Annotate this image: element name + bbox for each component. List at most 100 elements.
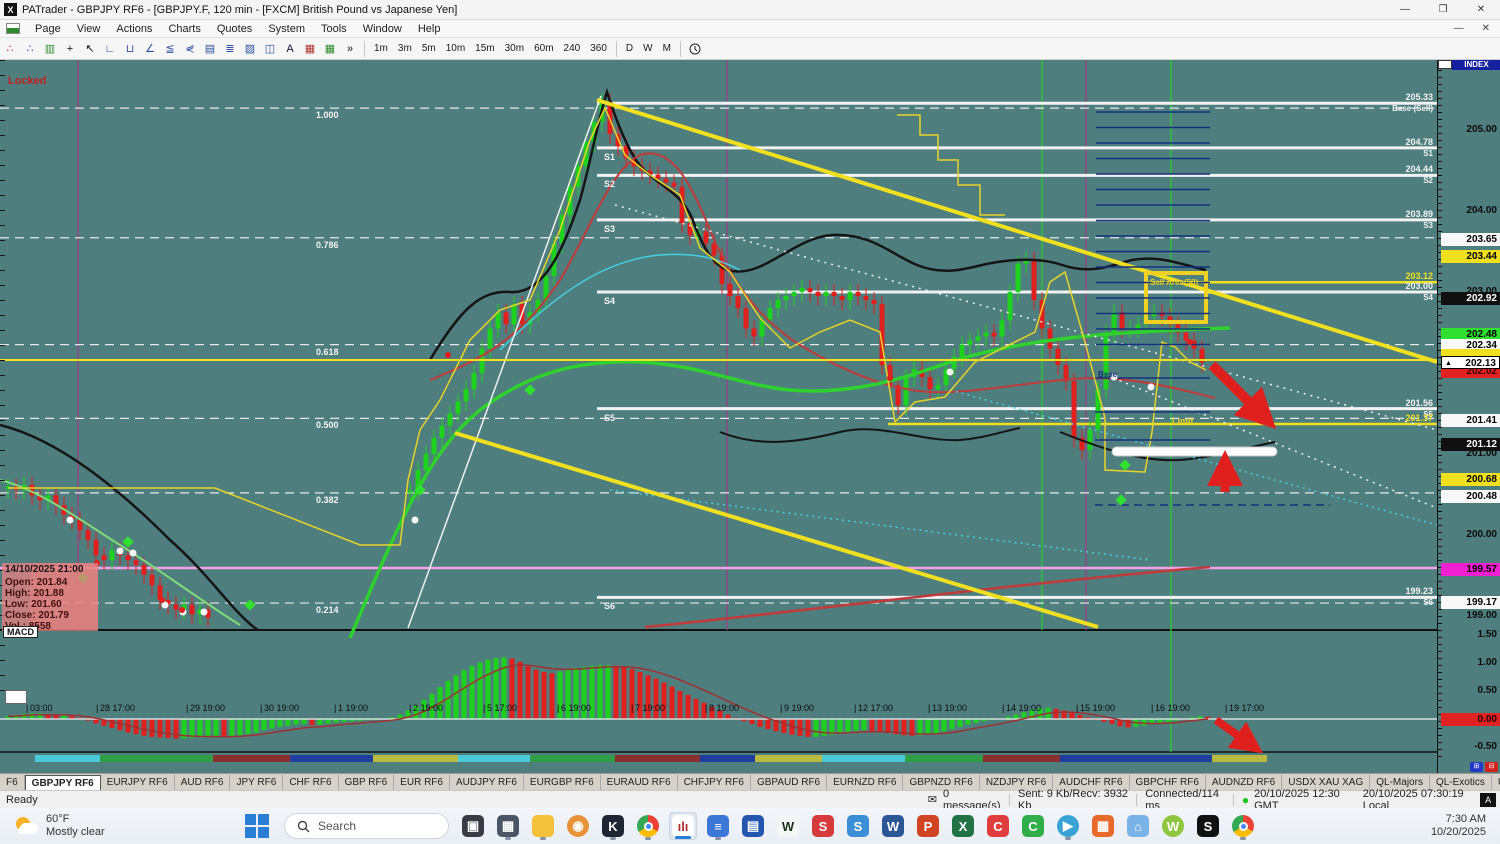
link-blue-icon[interactable]: ∴: [21, 41, 39, 57]
tab-usdx-rf[interactable]: USDX RF: [1492, 775, 1500, 790]
chrome-icon[interactable]: [634, 812, 662, 840]
close-button[interactable]: ✕: [1462, 0, 1500, 19]
timeframe-240[interactable]: 240: [560, 42, 585, 55]
session-band-segment: [373, 755, 458, 762]
menu-quotes[interactable]: Quotes: [209, 21, 260, 37]
tab-f6[interactable]: F6: [0, 775, 25, 790]
search-input[interactable]: Search: [284, 813, 449, 839]
smr-icon[interactable]: S: [1194, 812, 1222, 840]
tab-chfjpy-rf6[interactable]: CHFJPY RF6: [678, 775, 751, 790]
app-w-green-icon[interactable]: W: [1159, 812, 1187, 840]
tab-gbpaud-rf6[interactable]: GBPAUD RF6: [751, 775, 828, 790]
calculator-icon[interactable]: ▦: [494, 812, 522, 840]
link-red-icon[interactable]: ∴: [1, 41, 19, 57]
tradingview-icon[interactable]: W: [774, 812, 802, 840]
grid-icon[interactable]: ▤: [201, 41, 219, 57]
mdi-minimize-button[interactable]: —: [1454, 23, 1464, 34]
tab-eurgbp-rf6[interactable]: EURGBP RF6: [524, 775, 601, 790]
cursor-icon[interactable]: ↖: [81, 41, 99, 57]
tab-eurnzd-rf6[interactable]: EURNZD RF6: [827, 775, 904, 790]
menu-window[interactable]: Window: [355, 21, 410, 37]
skype-icon[interactable]: S: [844, 812, 872, 840]
timeframe-3m[interactable]: 3m: [394, 42, 416, 55]
notes-blue-icon[interactable]: ≡: [704, 812, 732, 840]
price-axis[interactable]: INDEX 205.00204.00203.00201.00200.00199.…: [1437, 60, 1500, 773]
menu-actions[interactable]: Actions: [108, 21, 160, 37]
timeframe-30m[interactable]: 30m: [501, 42, 528, 55]
maximize-button[interactable]: ❐: [1424, 0, 1462, 19]
channel-icon[interactable]: ⊔: [121, 41, 139, 57]
clock-icon[interactable]: [686, 41, 704, 57]
notebook-icon[interactable]: ▣: [459, 812, 487, 840]
timeframe-1m[interactable]: 1m: [370, 42, 392, 55]
app-orange-icon[interactable]: ▦: [1089, 812, 1117, 840]
axis-minus-button[interactable]: ⊟: [1485, 762, 1498, 772]
patrader-icon[interactable]: ılı: [669, 812, 697, 840]
tab-jpy-rf6[interactable]: JPY RF6: [230, 775, 284, 790]
candle: [133, 560, 139, 565]
tab-euraud-rf6[interactable]: EURAUD RF6: [601, 775, 678, 790]
tab-aud-rf6[interactable]: AUD RF6: [175, 775, 231, 790]
timeframe-60m[interactable]: 60m: [530, 42, 557, 55]
study2-icon[interactable]: ▦: [321, 41, 339, 57]
period-M[interactable]: M: [659, 42, 675, 55]
menu-tools[interactable]: Tools: [313, 21, 355, 37]
study1-icon[interactable]: ▦: [301, 41, 319, 57]
telegram-icon[interactable]: ▶: [1054, 812, 1082, 840]
scrollbar-thumb[interactable]: [5, 690, 27, 704]
tab-audjpy-rf6[interactable]: AUDJPY RF6: [450, 775, 524, 790]
fan-icon[interactable]: ⋞: [181, 41, 199, 57]
taskbar-clock[interactable]: 7:30 AM 10/20/2025: [1431, 813, 1486, 839]
chart-area[interactable]: Locked Sell Area(50) Limit Base 14/10/20…: [0, 60, 1500, 773]
timeframe-15m[interactable]: 15m: [471, 42, 498, 55]
levels-icon[interactable]: ≣: [221, 41, 239, 57]
timeframe-10m[interactable]: 10m: [442, 42, 469, 55]
tab-chf-rf6[interactable]: CHF RF6: [283, 775, 339, 790]
chart-type-icon[interactable]: ▥: [41, 41, 59, 57]
tab-gbp-rf6[interactable]: GBP RF6: [339, 775, 395, 790]
crosshair-icon[interactable]: +: [61, 41, 79, 57]
app-s-red-icon[interactable]: S: [809, 812, 837, 840]
menu-system[interactable]: System: [260, 21, 313, 37]
period-D[interactable]: D: [622, 42, 637, 55]
cyan-dotted-line: [609, 489, 1151, 561]
pattern-icon[interactable]: ▨: [241, 41, 259, 57]
axis-badge-201.41: 201.41: [1441, 414, 1500, 428]
columns-icon[interactable]: ◫: [261, 41, 279, 57]
toolbar-overflow-chevron[interactable]: »: [341, 41, 359, 57]
angle-icon[interactable]: ∠: [141, 41, 159, 57]
word-icon[interactable]: W: [879, 812, 907, 840]
menu-help[interactable]: Help: [410, 21, 449, 37]
excel-icon[interactable]: X: [949, 812, 977, 840]
mail-orange-icon[interactable]: ◉: [564, 812, 592, 840]
candle: [447, 413, 453, 426]
app-k-icon[interactable]: K: [599, 812, 627, 840]
browser-ball-icon[interactable]: [1229, 812, 1257, 840]
mdi-close-button[interactable]: ✕: [1482, 23, 1490, 34]
tab-eurjpy-rf6[interactable]: EURJPY RF6: [101, 775, 175, 790]
start-button[interactable]: [244, 813, 270, 839]
macd-bar: [525, 666, 531, 719]
candle: [703, 231, 709, 244]
weather-widget[interactable]: 60°F Mostly clear: [14, 813, 184, 839]
signal-dot-red: [445, 352, 451, 358]
tab-gbpjpy-rf6[interactable]: GBPJPY RF6: [24, 775, 101, 790]
bank-blue-icon[interactable]: ⌂: [1124, 812, 1152, 840]
axis-plus-button[interactable]: ⊞: [1470, 762, 1483, 772]
grid-blue-icon[interactable]: ▤: [739, 812, 767, 840]
fib-icon[interactable]: ≦: [161, 41, 179, 57]
text-tool-icon[interactable]: A: [281, 41, 299, 57]
timeframe-360[interactable]: 360: [586, 42, 611, 55]
timeframe-5m[interactable]: 5m: [418, 42, 440, 55]
menu-view[interactable]: View: [69, 21, 109, 37]
file-explorer-icon[interactable]: [529, 812, 557, 840]
minimize-button[interactable]: —: [1386, 0, 1424, 19]
app-c-red-icon[interactable]: C: [984, 812, 1012, 840]
powerpoint-icon[interactable]: P: [914, 812, 942, 840]
tab-eur-rf6[interactable]: EUR RF6: [394, 775, 450, 790]
trendline-icon[interactable]: ∟: [101, 41, 119, 57]
menu-charts[interactable]: Charts: [160, 21, 208, 37]
menu-page[interactable]: Page: [27, 21, 69, 37]
app-c-green-icon[interactable]: C: [1019, 812, 1047, 840]
period-W[interactable]: W: [639, 42, 656, 55]
